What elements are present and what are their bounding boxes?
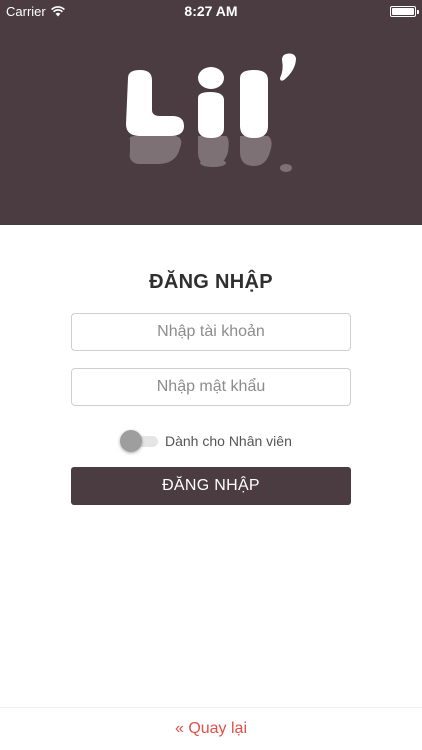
toggle-knob[interactable] bbox=[120, 430, 142, 452]
clock: 8:27 AM bbox=[184, 3, 238, 19]
footer: « Quay lại bbox=[0, 707, 422, 750]
staff-toggle-label: Dành cho Nhân viên bbox=[165, 433, 292, 449]
back-link[interactable]: « Quay lại bbox=[0, 720, 422, 738]
status-bar: Carrier 8:27 AM bbox=[0, 0, 422, 22]
username-input[interactable] bbox=[71, 313, 351, 351]
header-banner: Carrier 8:27 AM bbox=[0, 0, 422, 225]
lil-logo bbox=[126, 53, 296, 172]
password-input[interactable] bbox=[71, 368, 351, 406]
staff-toggle[interactable] bbox=[120, 430, 158, 452]
staff-toggle-row: Dành cho Nhân viên bbox=[120, 430, 292, 452]
battery-icon bbox=[390, 6, 419, 17]
login-button[interactable]: ĐĂNG NHẬP bbox=[71, 467, 351, 505]
login-title: ĐĂNG NHẬP bbox=[149, 271, 273, 293]
